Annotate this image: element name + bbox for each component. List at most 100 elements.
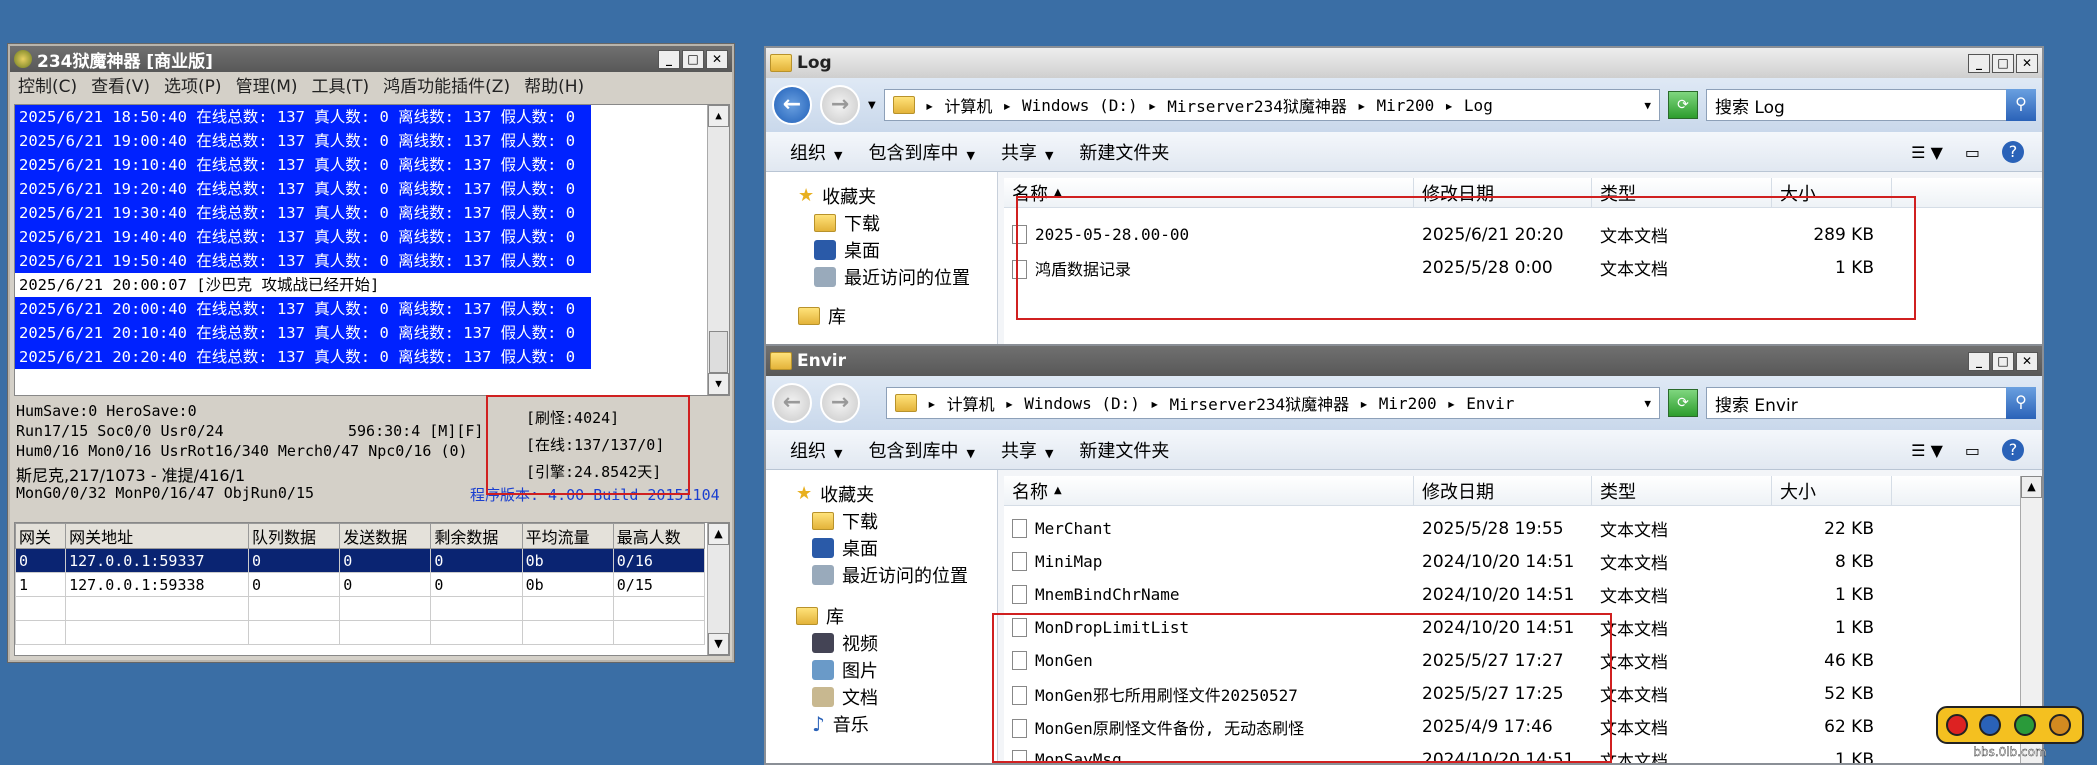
organize-button[interactable]: 组织 ▼ — [790, 139, 842, 165]
close-button[interactable]: ✕ — [706, 49, 728, 69]
search-icon[interactable]: ⚲ — [2006, 89, 2036, 121]
refresh-button[interactable]: ⟳ — [1668, 389, 1698, 417]
search-icon[interactable]: ⚲ — [2006, 387, 2036, 419]
nav-documents[interactable]: 文档 — [796, 683, 997, 710]
help-icon[interactable]: ? — [2002, 439, 2024, 461]
minimize-button[interactable]: _ — [658, 49, 680, 69]
envir-search-input[interactable]: 搜索 Envir ⚲ — [1706, 387, 2036, 419]
nav-desktop[interactable]: 桌面 — [796, 534, 997, 561]
include-library-button[interactable]: 包含到库中 ▼ — [868, 139, 974, 165]
nav-downloads[interactable]: 下载 — [796, 507, 997, 534]
menu-plugin[interactable]: 鸿盾功能插件(Z) — [383, 72, 510, 97]
preview-pane-icon[interactable]: ▭ — [1965, 143, 1980, 162]
nav-downloads[interactable]: 下载 — [798, 209, 997, 236]
log-line[interactable]: 2025/6/21 19:00:40 在线总数: 137 真人数: 0 离线数:… — [15, 129, 591, 153]
crumb-computer[interactable]: 计算机 — [944, 93, 992, 117]
menu-options[interactable]: 选项(P) — [164, 72, 222, 97]
file-row[interactable]: MerChant 2025/5/28 19:55 文本文档 22 KB — [1004, 512, 2042, 545]
preview-pane-icon[interactable]: ▭ — [1965, 441, 1980, 460]
gate-col-header[interactable]: 网关地址 — [65, 523, 250, 549]
scroll-up-arrow[interactable]: ▲ — [708, 105, 729, 127]
minimize-button[interactable]: _ — [1968, 351, 1990, 371]
share-button[interactable]: 共享 ▼ — [1001, 139, 1053, 165]
menu-manage[interactable]: 管理(M) — [236, 72, 298, 97]
scroll-down-arrow[interactable]: ▼ — [708, 373, 729, 395]
organize-button[interactable]: 组织 ▼ — [790, 437, 842, 463]
gate-col-header[interactable]: 网关 — [15, 523, 67, 549]
include-library-button[interactable]: 包含到库中 ▼ — [868, 437, 974, 463]
scroll-up-arrow[interactable]: ▲ — [2021, 476, 2042, 498]
gate-scrollbar[interactable]: ▲ ▼ — [707, 523, 729, 655]
back-button[interactable]: ← — [772, 383, 812, 423]
table-row[interactable]: 1 127.0.0.1:59338 0 0 0 0b 0/15 — [15, 572, 706, 597]
close-button[interactable]: ✕ — [2016, 53, 2038, 73]
log-line[interactable]: 2025/6/21 20:00:40 在线总数: 137 真人数: 0 离线数:… — [15, 297, 591, 321]
gate-col-header[interactable]: 平均流量 — [521, 523, 614, 549]
menu-tools[interactable]: 工具(T) — [312, 72, 370, 97]
forward-button[interactable]: → — [820, 85, 860, 125]
crumb-log[interactable]: Log — [1464, 96, 1493, 115]
col-name[interactable]: 名称 ▲ — [1004, 476, 1414, 505]
gate-col-header[interactable]: 发送数据 — [339, 523, 432, 549]
maximize-button[interactable]: □ — [1992, 351, 2014, 371]
refresh-button[interactable]: ⟳ — [1668, 91, 1698, 119]
col-type[interactable]: 类型 — [1592, 476, 1772, 505]
gate-col-header[interactable]: 队列数据 — [248, 523, 341, 549]
log-line[interactable]: 2025/6/21 19:30:40 在线总数: 137 真人数: 0 离线数:… — [15, 201, 591, 225]
menu-control[interactable]: 控制(C) — [18, 72, 77, 97]
log-line[interactable]: 2025/6/21 18:50:40 在线总数: 137 真人数: 0 离线数:… — [15, 105, 591, 129]
close-button[interactable]: ✕ — [2016, 351, 2038, 371]
history-dropdown-icon[interactable]: ▼ — [868, 100, 876, 111]
view-options-icon[interactable]: ☰ ▼ — [1911, 143, 1943, 162]
back-button[interactable]: ← — [772, 85, 812, 125]
nav-library[interactable]: 库 — [796, 602, 997, 629]
log-line[interactable]: 2025/6/21 20:20:40 在线总数: 137 真人数: 0 离线数:… — [15, 345, 591, 369]
forward-button[interactable]: → — [820, 383, 860, 423]
file-row[interactable]: MiniMap 2024/10/20 14:51 文本文档 8 KB — [1004, 545, 2042, 578]
crumb-mir200[interactable]: Mir200 — [1376, 96, 1434, 115]
nav-pictures[interactable]: 图片 — [796, 656, 997, 683]
log-line[interactable]: 2025/6/21 19:10:40 在线总数: 137 真人数: 0 离线数:… — [15, 153, 591, 177]
chevron-down-icon[interactable]: ▼ — [1644, 397, 1651, 410]
menu-help[interactable]: 帮助(H) — [524, 72, 584, 97]
view-options-icon[interactable]: ☰ ▼ — [1911, 441, 1943, 460]
log-scrollbar[interactable]: ▲ ▼ — [707, 105, 729, 395]
scroll-thumb[interactable] — [709, 331, 728, 373]
log-line[interactable]: 2025/6/21 19:20:40 在线总数: 137 真人数: 0 离线数:… — [15, 177, 591, 201]
server-log[interactable]: 2025/6/21 18:50:40 在线总数: 137 真人数: 0 离线数:… — [14, 104, 730, 396]
col-date[interactable]: 修改日期 — [1414, 476, 1592, 505]
new-folder-button[interactable]: 新建文件夹 — [1079, 139, 1169, 165]
nav-music[interactable]: ♪ 音乐 — [796, 710, 997, 737]
maximize-button[interactable]: □ — [682, 49, 704, 69]
maximize-button[interactable]: □ — [1992, 53, 2014, 73]
crumb-mirserver[interactable]: Mirserver234狱魔神器 — [1170, 391, 1350, 415]
gate-col-header[interactable]: 最高人数 — [612, 523, 706, 549]
nav-desktop[interactable]: 桌面 — [798, 236, 997, 263]
server-titlebar[interactable]: 234狱魔神器 [商业版] _ □ ✕ — [10, 46, 732, 72]
nav-recent[interactable]: 最近访问的位置 — [796, 561, 997, 588]
nav-library-partial[interactable]: 库 — [798, 302, 997, 329]
log-search-input[interactable]: 搜索 Log ⚲ — [1706, 89, 2036, 121]
nav-favorites[interactable]: ★ 收藏夹 — [798, 182, 997, 209]
chevron-down-icon[interactable]: ▼ — [1644, 99, 1651, 112]
help-icon[interactable]: ? — [2002, 141, 2024, 163]
nav-videos[interactable]: 视频 — [796, 629, 997, 656]
share-button[interactable]: 共享 ▼ — [1001, 437, 1053, 463]
crumb-drive[interactable]: Windows (D:) — [1024, 394, 1140, 413]
minimize-button[interactable]: _ — [1968, 53, 1990, 73]
log-line[interactable]: 2025/6/21 19:40:40 在线总数: 137 真人数: 0 离线数:… — [15, 225, 591, 249]
crumb-mir200[interactable]: Mir200 — [1379, 394, 1437, 413]
crumb-computer[interactable]: 计算机 — [947, 391, 995, 415]
nav-favorites[interactable]: ★ 收藏夹 — [796, 480, 997, 507]
crumb-envir[interactable]: Envir — [1466, 394, 1514, 413]
crumb-drive[interactable]: Windows (D:) — [1022, 96, 1138, 115]
log-titlebar[interactable]: Log _ □ ✕ — [766, 48, 2042, 78]
log-line[interactable]: 2025/6/21 20:10:40 在线总数: 137 真人数: 0 离线数:… — [15, 321, 591, 345]
log-line[interactable]: 2025/6/21 20:00:07 [沙巴克 攻城战已经开始] — [15, 273, 729, 297]
table-row[interactable]: 0 127.0.0.1:59337 0 0 0 0b 0/16 — [15, 548, 706, 573]
nav-recent[interactable]: 最近访问的位置 — [798, 263, 997, 290]
crumb-mirserver[interactable]: Mirserver234狱魔神器 — [1167, 93, 1347, 117]
new-folder-button[interactable]: 新建文件夹 — [1079, 437, 1169, 463]
log-line[interactable]: 2025/6/21 19:50:40 在线总数: 137 真人数: 0 离线数:… — [15, 249, 591, 273]
log-breadcrumb[interactable]: ▸ 计算机 ▸ Windows (D:) ▸ Mirserver234狱魔神器 ▸ Mi… — [883, 89, 1660, 121]
